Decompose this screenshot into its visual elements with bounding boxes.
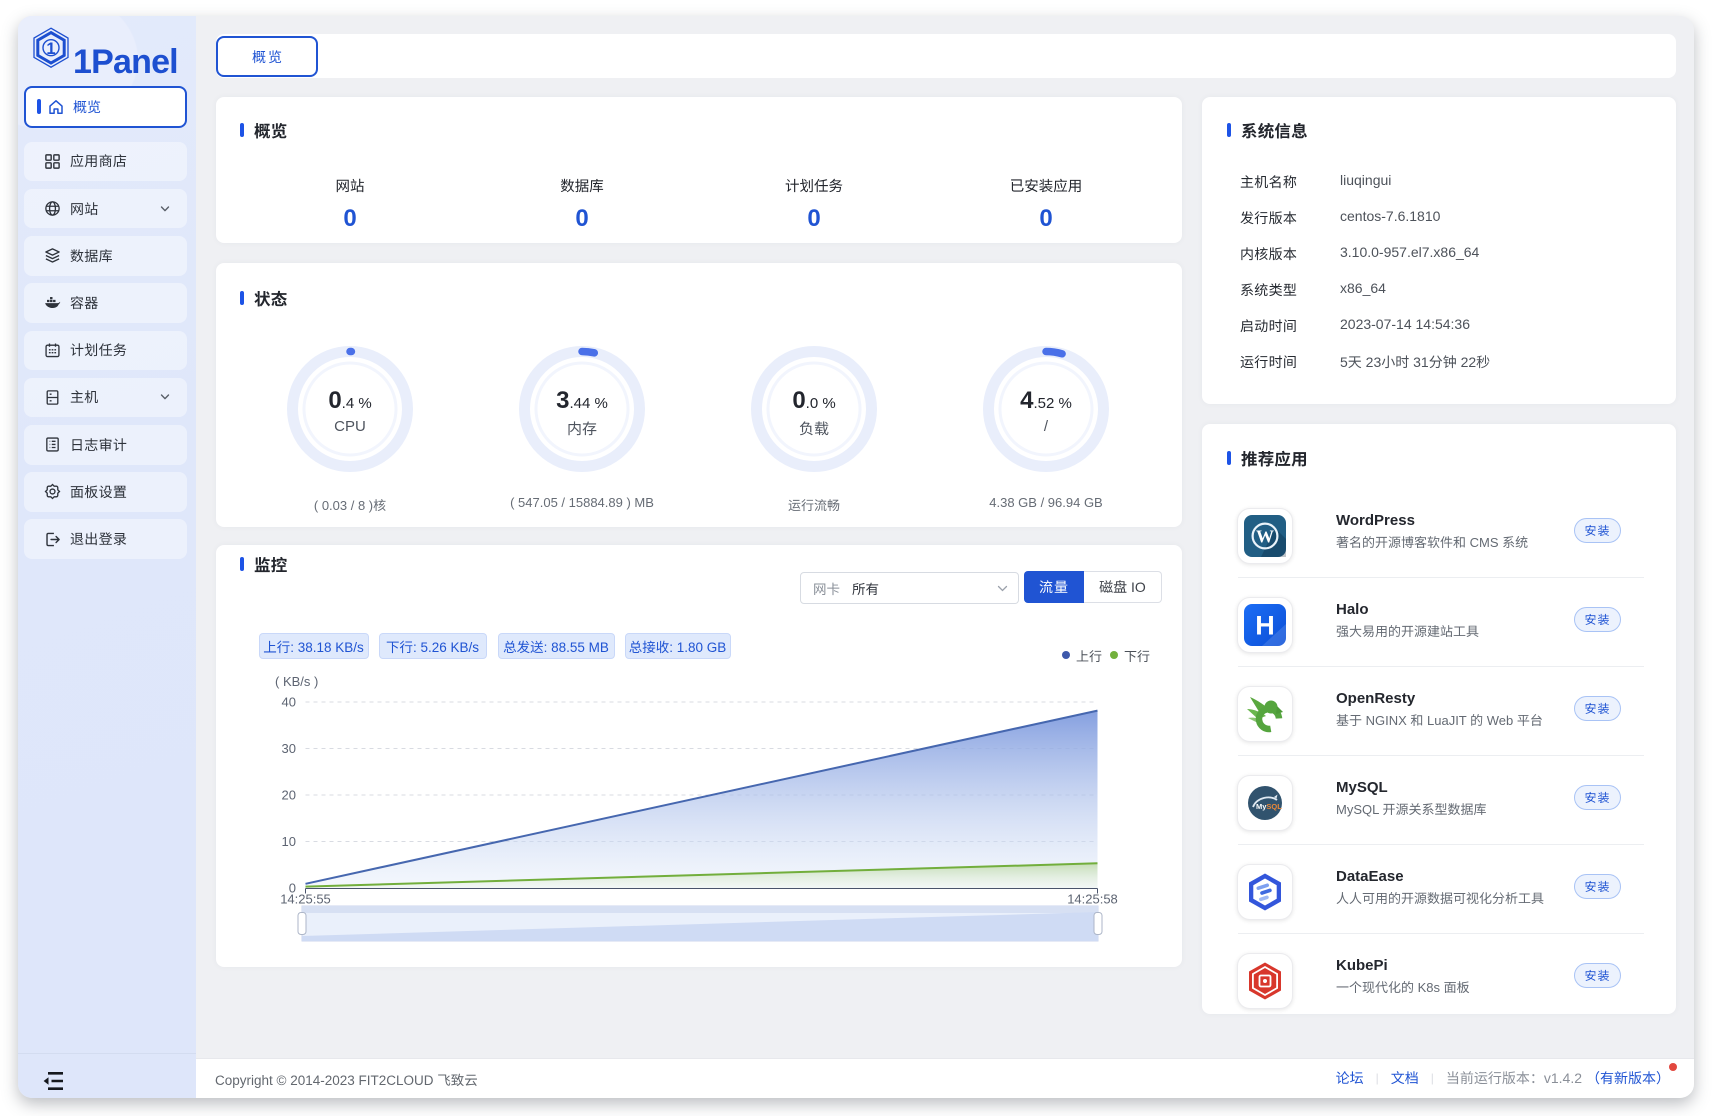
svg-text:40: 40: [282, 695, 296, 710]
svg-text:14:25:58: 14:25:58: [1067, 892, 1118, 907]
svg-text:14:25:55: 14:25:55: [280, 892, 331, 907]
svg-text:30: 30: [282, 741, 296, 756]
svg-text:1: 1: [46, 40, 55, 58]
svg-text:MySQL: MySQL: [1256, 802, 1282, 811]
svg-text:( KB/s ): ( KB/s ): [275, 674, 318, 689]
svg-text:10: 10: [282, 834, 296, 849]
svg-text:20: 20: [282, 788, 296, 803]
svg-text:H: H: [1255, 610, 1275, 640]
svg-text:W: W: [1256, 526, 1274, 546]
